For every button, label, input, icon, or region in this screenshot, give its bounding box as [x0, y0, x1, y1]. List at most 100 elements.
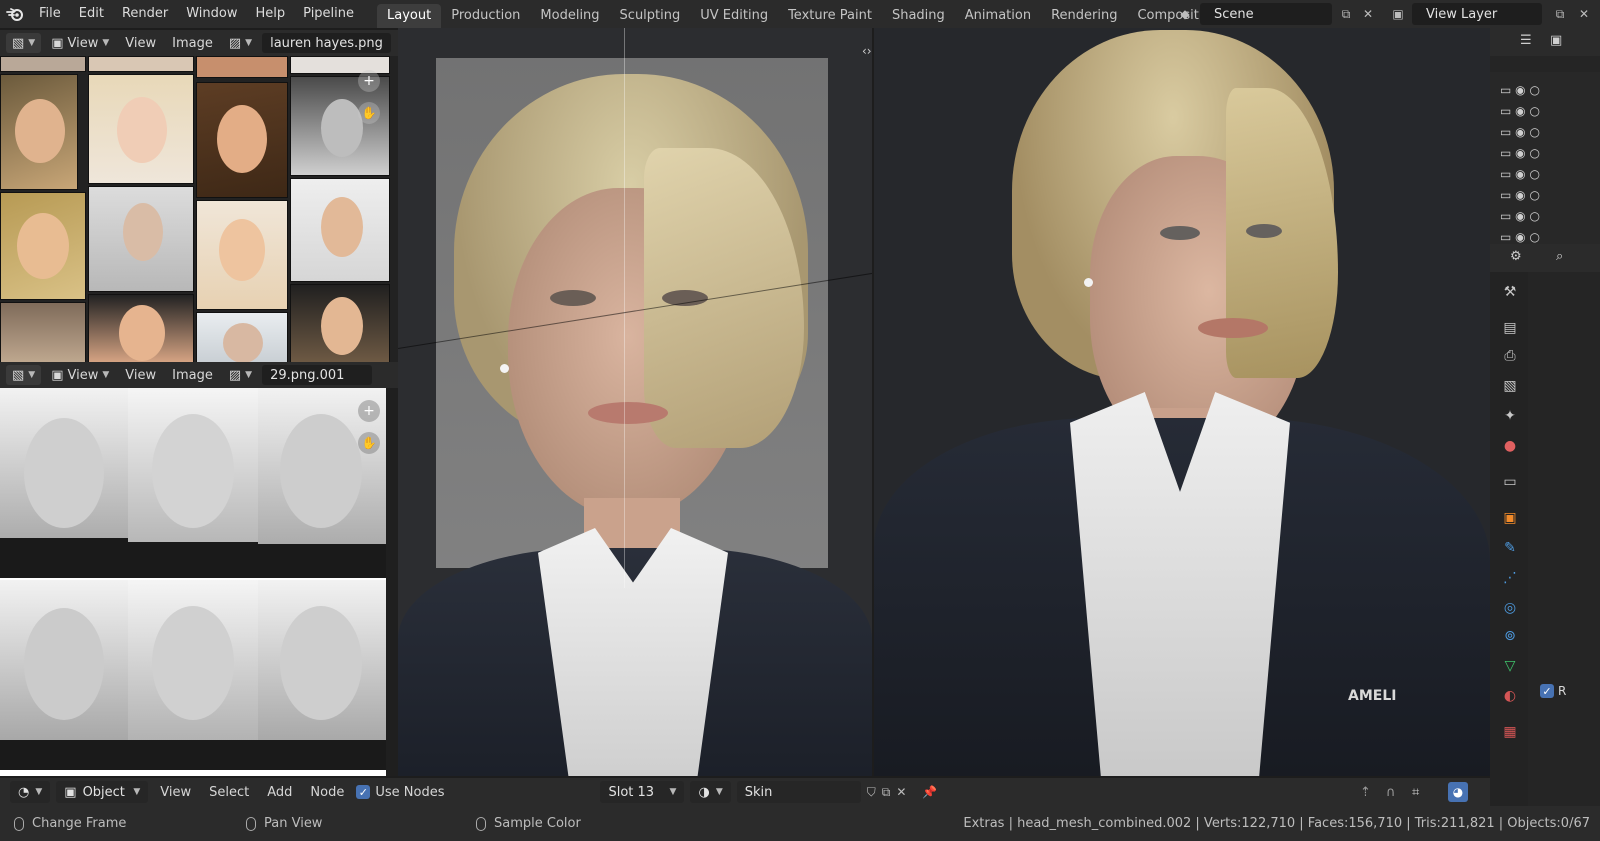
object-tab-icon[interactable]: ▣	[1500, 508, 1520, 528]
close-view-layer-icon[interactable]: ✕	[1574, 4, 1594, 24]
browse-image-button[interactable]: ▨ ▼	[223, 33, 258, 53]
image-menu[interactable]: Image	[166, 365, 219, 385]
chevron-down-icon: ▼	[669, 787, 677, 797]
reference-collage-top[interactable]: + ✋	[0, 56, 398, 366]
viewport-perspective[interactable]: AMELI	[874, 28, 1490, 776]
particles-tab-icon[interactable]: ⋰	[1500, 568, 1520, 588]
tab-texture-paint[interactable]: Texture Paint	[778, 4, 882, 28]
physics-tab-icon[interactable]: ◎	[1500, 598, 1520, 618]
thumbnail	[290, 178, 390, 282]
pan-hand-icon[interactable]: ✋	[358, 432, 380, 454]
tab-shading[interactable]: Shading	[882, 4, 955, 28]
menu-help[interactable]: Help	[247, 0, 295, 28]
area-split-icon[interactable]: ‹›	[862, 44, 872, 58]
tab-sculpting[interactable]: Sculpting	[610, 4, 691, 28]
image-editor-icon: ▧	[12, 367, 25, 383]
tab-rendering[interactable]: Rendering	[1041, 4, 1127, 28]
expression-sheet[interactable]: + ✋	[0, 388, 398, 776]
view-layer-field[interactable]: View Layer	[1412, 3, 1542, 25]
material-sphere-icon: ◑	[698, 784, 710, 800]
menu-render[interactable]: Render	[113, 0, 177, 28]
view-mode-dropdown[interactable]: ▣ View ▼	[45, 365, 115, 385]
scene-selector-icon[interactable]: ◆	[1175, 4, 1195, 24]
close-scene-icon[interactable]: ✕	[1358, 4, 1378, 24]
fake-user-shield-icon[interactable]: ⛉	[867, 785, 876, 800]
overlay-toggle-icon[interactable]: ◕	[1448, 782, 1468, 802]
image-menu[interactable]: Image	[166, 33, 219, 53]
zoom-icon[interactable]: +	[358, 400, 380, 422]
eye-shape	[1246, 224, 1282, 238]
duplicate-material-icon[interactable]: ⧉	[882, 785, 891, 800]
image-name-field[interactable]: 29.png.001	[262, 365, 373, 385]
constraints-tab-icon[interactable]: ⊚	[1500, 626, 1520, 646]
view-layer-tab-icon[interactable]: ▧	[1500, 376, 1520, 396]
checkbox-checked[interactable]: ✓	[356, 785, 371, 799]
lips-shape	[588, 402, 668, 424]
filter-icon[interactable]: ☰	[1520, 33, 1532, 48]
node-menu[interactable]: Node	[304, 785, 350, 800]
view-mode-dropdown[interactable]: ▣ View ▼	[45, 33, 115, 53]
image-name-field[interactable]: lauren hayes.png	[262, 33, 391, 53]
chevron-down-icon: ▼	[28, 38, 36, 48]
slot-dropdown[interactable]: Slot 13 ▼	[600, 781, 685, 803]
image-editor-bottom: ▧ ▼ ▣ View ▼ View Image ▨ ▼ 29.png.001 + ✋	[0, 362, 398, 776]
select-menu[interactable]: Select	[203, 785, 255, 800]
texture-tab-icon[interactable]: ▦	[1500, 722, 1520, 742]
tool-tab-icon[interactable]: ⚒	[1500, 282, 1520, 302]
menu-edit[interactable]: Edit	[70, 0, 113, 28]
editor-type-button[interactable]: ▧ ▼	[6, 33, 42, 53]
expression-portrait	[128, 580, 258, 770]
new-view-layer-icon[interactable]: ⧉	[1550, 4, 1570, 24]
collection-tab-icon[interactable]: ▭	[1500, 472, 1520, 492]
tab-animation[interactable]: Animation	[955, 4, 1041, 28]
face-shape	[123, 203, 163, 261]
browse-image-button[interactable]: ▨ ▼	[223, 365, 258, 385]
search-icon[interactable]: ⌕	[1556, 249, 1563, 264]
add-menu[interactable]: Add	[261, 785, 298, 800]
modifier-wrench-icon[interactable]: ✎	[1500, 538, 1520, 558]
display-mode-icon[interactable]: ▣	[1550, 33, 1562, 48]
blender-logo-icon[interactable]	[0, 0, 30, 28]
material-tab-icon[interactable]: ◐	[1500, 686, 1520, 706]
view-menu[interactable]: View	[119, 33, 162, 53]
parent-node-tree-icon[interactable]: ⇡	[1360, 785, 1371, 800]
object-mode-dropdown[interactable]: ▣ Object ▼	[56, 781, 149, 803]
snap-magnet-icon[interactable]: ∩	[1386, 785, 1396, 800]
menu-file[interactable]: File	[30, 0, 70, 28]
unlink-material-icon[interactable]: ✕	[896, 785, 906, 799]
pan-hand-icon[interactable]: ✋	[358, 102, 380, 124]
editor-type-button[interactable]: ◔ ▼	[10, 781, 51, 803]
render-tab-icon[interactable]: ▤	[1500, 318, 1520, 338]
material-name-field[interactable]: Skin	[736, 781, 861, 803]
scene-field[interactable]: Scene	[1200, 3, 1332, 25]
thumbnail	[196, 56, 288, 78]
new-scene-icon[interactable]: ⧉	[1336, 4, 1356, 24]
status-left-hint: Change Frame	[14, 806, 126, 841]
view-layer-icon[interactable]: ▣	[1388, 4, 1408, 24]
chevron-down-icon: ▼	[245, 38, 253, 48]
view-menu[interactable]: View	[154, 785, 197, 800]
tab-modeling[interactable]: Modeling	[530, 4, 609, 28]
visibility-toggles[interactable]: ▭ ◉ ○ ▭ ◉ ○ ▭ ◉ ○ ▭ ◉ ○ ▭ ◉ ○ ▭ ◉ ○ ▭ ◉ ○ ▭ ◉ ○	[1500, 80, 1540, 248]
world-tab-icon[interactable]: ●	[1500, 436, 1520, 456]
image-editor-top-header: ▧ ▼ ▣ View ▼ View Image ▨ ▼ lauren hayes.png	[0, 30, 398, 56]
use-nodes-toggle[interactable]: ✓ Use Nodes	[356, 785, 444, 800]
editor-type-button[interactable]: ▧ ▼	[6, 365, 42, 385]
output-tab-icon[interactable]: ⎙	[1500, 346, 1520, 366]
menu-window[interactable]: Window	[177, 0, 246, 28]
tab-production[interactable]: Production	[441, 4, 530, 28]
tab-uv-editing[interactable]: UV Editing	[690, 4, 778, 28]
view-menu[interactable]: View	[119, 365, 162, 385]
zoom-icon[interactable]: +	[358, 70, 380, 92]
mesh-data-tab-icon[interactable]: ▽	[1500, 656, 1520, 676]
tab-layout[interactable]: Layout	[377, 4, 442, 28]
menu-pipeline[interactable]: Pipeline	[294, 0, 363, 28]
pin-icon[interactable]: 📌	[922, 785, 937, 799]
sidebar-option[interactable]: ✓ R	[1540, 684, 1566, 698]
snap-increment-icon[interactable]: ⌗	[1412, 785, 1419, 800]
checkbox-checked[interactable]: ✓	[1540, 684, 1554, 698]
viewport-front[interactable]	[398, 28, 872, 776]
scene-tab-icon[interactable]: ✦	[1500, 406, 1520, 426]
browse-material-button[interactable]: ◑ ▼	[690, 781, 731, 803]
editor-type-icon[interactable]: ⚙	[1510, 249, 1522, 264]
